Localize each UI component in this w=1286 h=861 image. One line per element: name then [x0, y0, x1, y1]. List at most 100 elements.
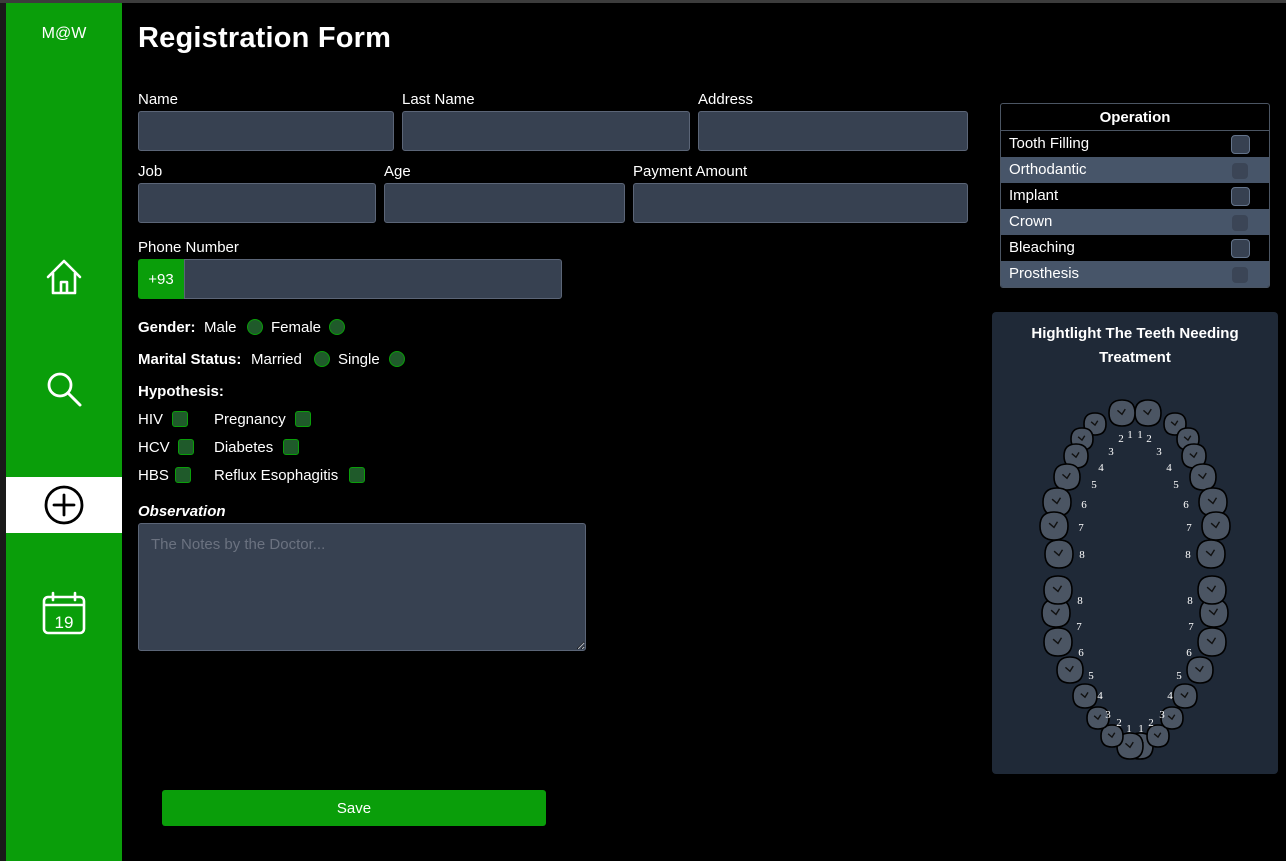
- age-input[interactable]: [384, 183, 625, 223]
- operation-implant-checkbox[interactable]: [1231, 187, 1250, 206]
- last-name-label: Last Name: [402, 91, 475, 108]
- gender-female-label: Female: [271, 319, 322, 336]
- hypothesis-pregnancy-label: Pregnancy: [214, 411, 286, 428]
- upper-left-tooth-8[interactable]: [1044, 539, 1074, 569]
- hypothesis-reflux-checkbox[interactable]: [349, 467, 365, 483]
- lower-right-number-5: 5: [1176, 670, 1182, 682]
- operation-crown-checkbox[interactable]: [1232, 215, 1248, 231]
- phone-number-input[interactable]: [184, 259, 562, 299]
- hypothesis-diabetes-label: Diabetes: [214, 439, 274, 456]
- search-icon: [47, 372, 82, 407]
- gender-male-radio[interactable]: [247, 319, 263, 335]
- payment-amount-label: Payment Amount: [633, 163, 748, 180]
- gender-label: Gender:: [138, 319, 196, 336]
- operation-row-tooth-filling[interactable]: Tooth Filling: [1001, 131, 1269, 157]
- upper-right-number-3: 3: [1156, 446, 1162, 458]
- last-name-input[interactable]: [402, 111, 690, 151]
- address-input[interactable]: [698, 111, 968, 151]
- operation-prosthesis-checkbox[interactable]: [1232, 267, 1248, 283]
- marital-married-radio[interactable]: [314, 351, 330, 367]
- upper-right-number-2: 2: [1146, 433, 1152, 445]
- calendar-icon: 19: [42, 591, 86, 635]
- marital-status-row: Marital Status:: [138, 351, 241, 368]
- gender-female-radio[interactable]: [329, 319, 345, 335]
- upper-left-number-2: 2: [1118, 433, 1124, 445]
- operation-row-prosthesis[interactable]: Prosthesis: [1001, 261, 1269, 287]
- upper-right-tooth-1[interactable]: [1134, 399, 1162, 427]
- app-logo: M@W: [41, 25, 87, 42]
- hypothesis-hcv-checkbox[interactable]: [178, 439, 194, 455]
- sidebar: M@W 19: [6, 3, 122, 861]
- operation-label: Orthodantic: [1009, 161, 1087, 178]
- upper-left-number-4: 4: [1098, 462, 1104, 474]
- lower-right-tooth-8[interactable]: [1197, 575, 1227, 605]
- hypothesis-hbs-checkbox[interactable]: [175, 467, 191, 483]
- gender-row: Gender:: [138, 319, 196, 336]
- job-label: Job: [138, 163, 163, 180]
- nav-calendar-button[interactable]: 19: [6, 585, 122, 641]
- lower-right-tooth-4[interactable]: [1172, 683, 1198, 709]
- upper-left-number-6: 6: [1081, 499, 1087, 511]
- nav-home-button[interactable]: [6, 249, 122, 305]
- upper-left-tooth-1[interactable]: [1108, 399, 1136, 427]
- lower-left-tooth-5[interactable]: [1056, 656, 1084, 684]
- teeth-chart-panel: Hightlight The Teeth Needing Treatment 1…: [992, 312, 1278, 774]
- nav-add-patient-button[interactable]: [6, 477, 122, 533]
- marital-single-label: Single: [338, 351, 380, 368]
- lower-right-number-8: 8: [1187, 595, 1193, 607]
- upper-left-tooth-5[interactable]: [1053, 463, 1081, 491]
- lower-right-number-4: 4: [1167, 690, 1173, 702]
- operation-label: Bleaching: [1009, 239, 1075, 256]
- upper-left-number-3: 3: [1108, 446, 1114, 458]
- dental-arch-diagram: 11112222333344445555666677778888: [1039, 399, 1231, 760]
- upper-left-tooth-7[interactable]: [1039, 511, 1069, 541]
- operation-header: Operation: [1001, 104, 1269, 131]
- lower-left-number-8: 8: [1077, 595, 1083, 607]
- lower-right-tooth-5[interactable]: [1186, 656, 1214, 684]
- name-input[interactable]: [138, 111, 394, 151]
- payment-amount-input[interactable]: [633, 183, 968, 223]
- upper-right-tooth-5[interactable]: [1189, 463, 1217, 491]
- operation-row-bleaching[interactable]: Bleaching: [1001, 235, 1269, 261]
- lower-left-number-1: 1: [1126, 723, 1132, 735]
- lower-left-tooth-6[interactable]: [1043, 627, 1073, 657]
- lower-right-number-6: 6: [1186, 647, 1192, 659]
- operation-row-crown[interactable]: Crown: [1001, 209, 1269, 235]
- upper-right-tooth-7[interactable]: [1201, 511, 1231, 541]
- job-input[interactable]: [138, 183, 376, 223]
- save-button[interactable]: Save: [162, 790, 546, 826]
- marital-single-radio[interactable]: [389, 351, 405, 367]
- lower-left-tooth-4[interactable]: [1072, 683, 1098, 709]
- hypothesis-hiv-checkbox[interactable]: [172, 411, 188, 427]
- hypothesis-hbs-label: HBS: [138, 467, 169, 484]
- upper-right-number-4: 4: [1166, 462, 1172, 474]
- address-label: Address: [698, 91, 754, 108]
- observation-label: Observation: [138, 503, 226, 520]
- operation-orthodantic-checkbox[interactable]: [1232, 163, 1248, 179]
- calendar-day-number: 19: [55, 613, 74, 632]
- nav-search-button[interactable]: [6, 361, 122, 417]
- upper-right-number-1: 1: [1137, 429, 1143, 441]
- lower-left-number-3: 3: [1105, 709, 1111, 721]
- operation-row-orthodantic[interactable]: Orthodantic: [1001, 157, 1269, 183]
- hypothesis-hiv-label: HIV: [138, 411, 164, 428]
- upper-right-number-8: 8: [1185, 549, 1191, 561]
- hypothesis-pregnancy-checkbox[interactable]: [295, 411, 311, 427]
- lower-right-number-3: 3: [1159, 709, 1165, 721]
- upper-left-number-1: 1: [1127, 429, 1133, 441]
- observation-textarea[interactable]: [138, 523, 586, 651]
- operation-row-implant[interactable]: Implant: [1001, 183, 1269, 209]
- upper-right-tooth-8[interactable]: [1196, 539, 1226, 569]
- hypothesis-diabetes-checkbox[interactable]: [283, 439, 299, 455]
- plus-circle-icon: [44, 485, 84, 525]
- lower-left-tooth-8[interactable]: [1043, 575, 1073, 605]
- operation-label: Tooth Filling: [1009, 135, 1090, 152]
- operation-table: Operation Tooth Filling Orthodantic Impl…: [1000, 103, 1270, 288]
- lower-right-number-7: 7: [1188, 621, 1194, 633]
- lower-right-tooth-6[interactable]: [1197, 627, 1227, 657]
- lower-left-number-7: 7: [1076, 621, 1082, 633]
- name-label: Name: [138, 91, 179, 108]
- lower-left-number-6: 6: [1078, 647, 1084, 659]
- operation-tooth-filling-checkbox[interactable]: [1231, 135, 1250, 154]
- operation-bleaching-checkbox[interactable]: [1231, 239, 1250, 258]
